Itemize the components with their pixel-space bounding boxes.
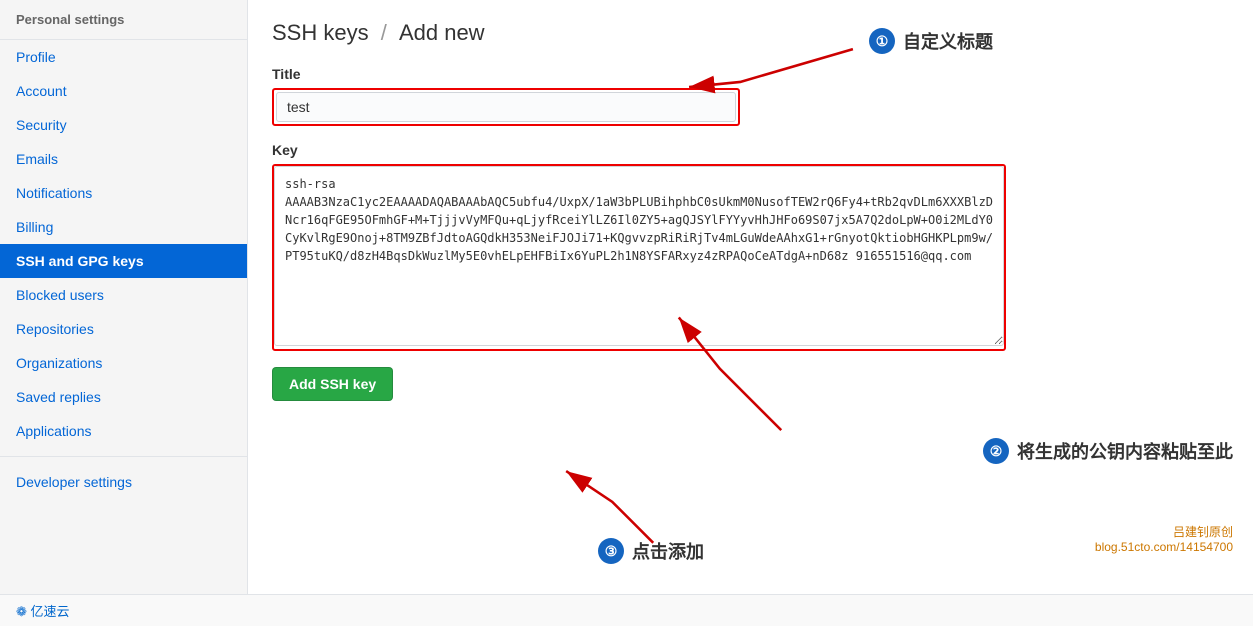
sidebar-item-profile[interactable]: Profile <box>0 40 247 74</box>
key-label: Key <box>272 142 1229 158</box>
page-title-suffix: Add new <box>399 20 485 45</box>
sidebar-item-repositories[interactable]: Repositories <box>0 312 247 346</box>
sidebar: Personal settings Profile Account Securi… <box>0 0 248 594</box>
badge-3: ③ <box>598 538 624 564</box>
footer-logo: ❁ 亿速云 <box>16 601 70 620</box>
page-title-separator: / <box>381 20 393 45</box>
submit-area: Add SSH key <box>272 367 1229 401</box>
page-title: SSH keys / Add new <box>272 20 1229 46</box>
sidebar-item-ssh-gpg-keys[interactable]: SSH and GPG keys <box>0 244 247 278</box>
sidebar-item-billing[interactable]: Billing <box>0 210 247 244</box>
watermark-line2: blog.51cto.com/14154700 <box>1095 540 1233 554</box>
watermark-line1: 吕建钊原创 <box>1095 523 1233 540</box>
main-content: SSH keys / Add new Title Key ssh-rsa AAA… <box>248 0 1253 594</box>
sidebar-header: Personal settings <box>0 0 247 40</box>
badge-2: ② <box>983 438 1009 464</box>
sidebar-item-security[interactable]: Security <box>0 108 247 142</box>
title-form-group: Title <box>272 66 1229 126</box>
sidebar-item-applications[interactable]: Applications <box>0 414 247 448</box>
watermark: 吕建钊原创 blog.51cto.com/14154700 <box>1095 523 1233 554</box>
sidebar-item-account[interactable]: Account <box>0 74 247 108</box>
page-title-prefix: SSH keys <box>272 20 369 45</box>
annotation-3: ③ 点击添加 <box>598 538 704 564</box>
title-label: Title <box>272 66 1229 82</box>
sidebar-item-developer-settings[interactable]: Developer settings <box>0 465 247 499</box>
key-textarea[interactable]: ssh-rsa AAAAB3NzaC1yc2EAAAADAQABAAAbAQC5… <box>274 166 1004 346</box>
sidebar-item-saved-replies[interactable]: Saved replies <box>0 380 247 414</box>
sidebar-item-blocked-users[interactable]: Blocked users <box>0 278 247 312</box>
annotation-2: ② 将生成的公钥内容粘贴至此 <box>983 438 1233 464</box>
add-ssh-key-button[interactable]: Add SSH key <box>272 367 393 401</box>
sidebar-item-emails[interactable]: Emails <box>0 142 247 176</box>
annotation-3-text: 点击添加 <box>632 538 704 564</box>
key-form-group: Key ssh-rsa AAAAB3NzaC1yc2EAAAADAQABAAAb… <box>272 142 1229 351</box>
key-textarea-wrapper: ssh-rsa AAAAB3NzaC1yc2EAAAADAQABAAAbAQC5… <box>272 164 1006 351</box>
footer: ❁ 亿速云 <box>0 594 1253 626</box>
sidebar-item-organizations[interactable]: Organizations <box>0 346 247 380</box>
title-input-wrapper <box>272 88 740 126</box>
sidebar-item-notifications[interactable]: Notifications <box>0 176 247 210</box>
annotation-2-text: 将生成的公钥内容粘贴至此 <box>1017 438 1233 464</box>
sidebar-divider <box>0 456 247 457</box>
title-input[interactable] <box>276 92 736 122</box>
